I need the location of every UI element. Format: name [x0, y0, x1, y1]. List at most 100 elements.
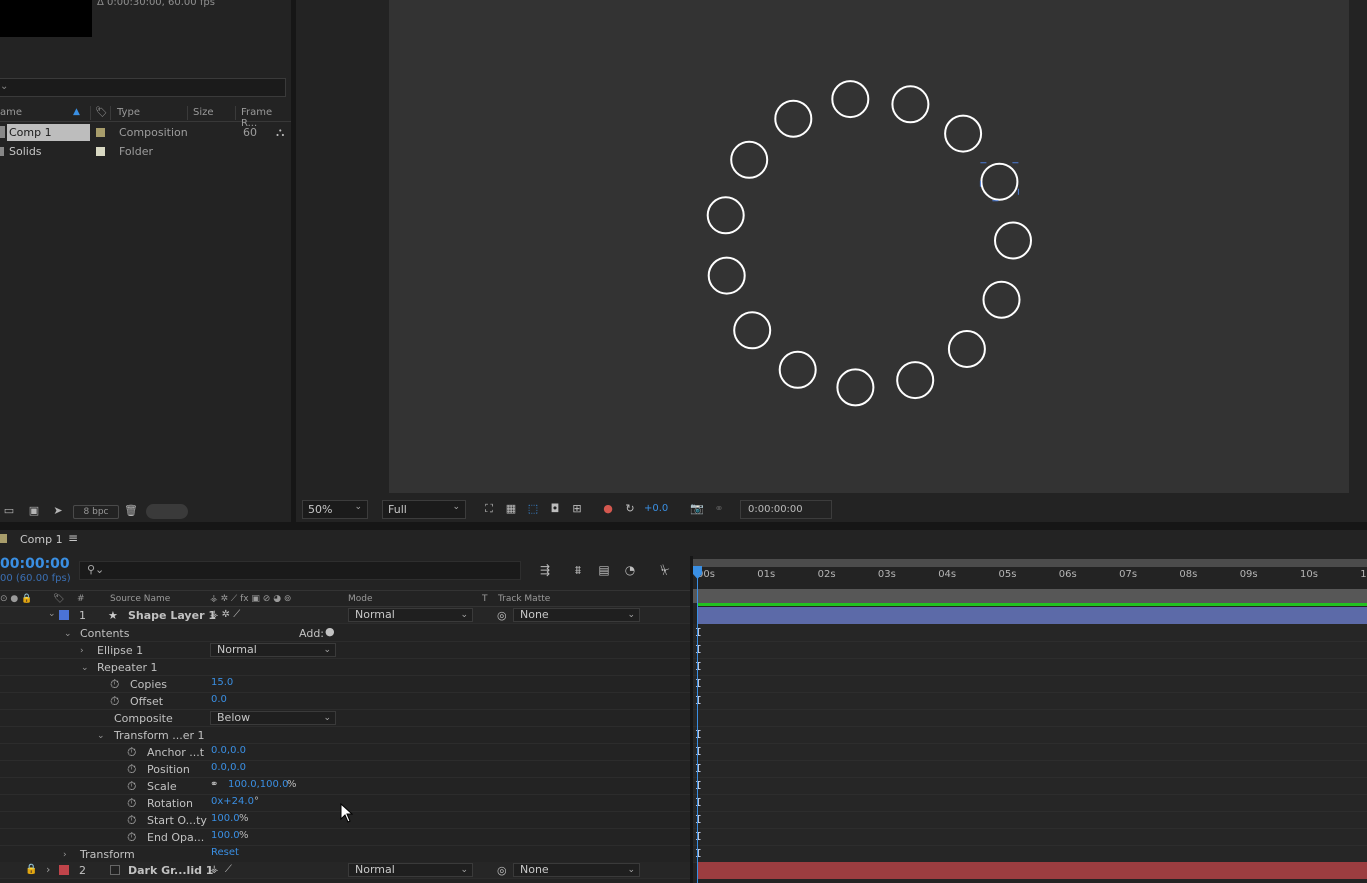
- anchor-value[interactable]: 0.0,0.0: [211, 745, 246, 756]
- panel-divider[interactable]: [0, 522, 1367, 530]
- property-end-opacity[interactable]: ⏱ End Opa... 100.0 %: [0, 829, 690, 846]
- twirl-closed-icon[interactable]: ›: [46, 863, 50, 876]
- composition-flowchart-icon[interactable]: ⇶: [536, 562, 554, 578]
- playhead[interactable]: [697, 566, 698, 883]
- bit-depth-button[interactable]: 8 bpc: [73, 505, 119, 519]
- in-point-marker[interactable]: I: [695, 813, 702, 826]
- thumbnail-size-slider[interactable]: [146, 504, 188, 519]
- panel-menu-icon[interactable]: ≡: [68, 531, 78, 545]
- layer-name[interactable]: Shape Layer 1: [128, 609, 216, 622]
- add-menu-icon[interactable]: ●: [325, 625, 335, 638]
- layer-row[interactable]: 🔒 › 2 Dark Gr...lid 1 ⚶ ⟋ Normal ⌄ ◎ None…: [0, 862, 690, 879]
- twirl-closed-icon[interactable]: ›: [63, 850, 67, 860]
- property-ellipse[interactable]: › Ellipse 1 Normal ⌄: [0, 642, 690, 659]
- repeater-copy-circle[interactable]: [707, 256, 746, 295]
- stopwatch-icon[interactable]: ⏱: [127, 779, 136, 794]
- pickwhip-icon[interactable]: ◎: [497, 864, 507, 877]
- repeater-copy-circle[interactable]: [982, 280, 1021, 319]
- stopwatch-icon[interactable]: ⏱: [110, 677, 119, 692]
- property-transform-repeater[interactable]: ⌄ Transform ...er 1: [0, 727, 690, 744]
- rotation-value[interactable]: 0x+24.0: [211, 796, 254, 807]
- in-point-marker[interactable]: I: [695, 677, 702, 690]
- fast-previews-icon[interactable]: ⛶: [481, 502, 497, 516]
- repeater-copy-circle[interactable]: [944, 114, 983, 153]
- project-search-input[interactable]: [0, 78, 286, 97]
- in-point-marker[interactable]: I: [695, 847, 702, 860]
- label-tag-icon[interactable]: 🏷: [53, 594, 64, 604]
- blend-mode-dropdown[interactable]: Normal ⌄: [348, 863, 473, 877]
- column-source-name[interactable]: Source Name: [110, 594, 170, 604]
- twirl-open-icon[interactable]: ⌄: [81, 663, 89, 673]
- frame-blending-icon[interactable]: ▤: [595, 562, 613, 578]
- lock-icon[interactable]: 🔒: [25, 864, 37, 875]
- property-offset[interactable]: ⏱ Offset 0.0: [0, 693, 690, 710]
- twirl-closed-icon[interactable]: ›: [80, 646, 84, 656]
- show-snapshot-icon[interactable]: ⚭: [711, 502, 727, 516]
- snapshot-camera-icon[interactable]: 📷: [689, 502, 705, 516]
- exposure-value[interactable]: +0.0: [644, 503, 668, 514]
- composite-dropdown[interactable]: Below ⌄: [210, 711, 336, 725]
- property-scale[interactable]: ⏱ Scale ⚭ 100.0,100.0 %: [0, 778, 690, 795]
- new-composition-icon[interactable]: ▣: [27, 505, 41, 517]
- track-matte-dropdown[interactable]: None ⌄: [513, 608, 640, 622]
- current-time[interactable]: 00:00:00: [0, 556, 70, 572]
- motion-blur-icon[interactable]: ◔: [621, 562, 639, 578]
- reset-link[interactable]: Reset: [211, 847, 239, 858]
- property-contents[interactable]: ⌄ Contents Add: ●: [0, 625, 690, 642]
- composition-canvas[interactable]: [389, 0, 1349, 493]
- column-type[interactable]: Type: [117, 107, 140, 118]
- twirl-open-icon[interactable]: ⌄: [97, 731, 105, 741]
- stopwatch-icon[interactable]: ⏱: [127, 762, 136, 777]
- pickwhip-icon[interactable]: ◎: [497, 609, 507, 622]
- label-tag-icon[interactable]: 🏷: [95, 107, 108, 118]
- stopwatch-icon[interactable]: ⏱: [110, 694, 119, 709]
- reset-exposure-icon[interactable]: ↻: [622, 502, 638, 516]
- constrain-proportions-icon[interactable]: ⚭: [210, 779, 218, 790]
- playhead-handle-icon[interactable]: [692, 566, 703, 580]
- column-size[interactable]: Size: [193, 107, 214, 118]
- timeline-search-input[interactable]: [79, 561, 521, 580]
- layer-row[interactable]: ⌄ 1 ★ Shape Layer 1 ⚶ ✲ ⟋ Normal ⌄ ◎ None…: [0, 607, 690, 624]
- property-anchor[interactable]: ⏱ Anchor ...t 0.0,0.0: [0, 744, 690, 761]
- in-point-marker[interactable]: I: [695, 830, 702, 843]
- blend-mode-dropdown[interactable]: Normal ⌄: [348, 608, 473, 622]
- sort-ascending-icon[interactable]: ▲: [73, 107, 80, 117]
- end-opacity-value[interactable]: 100.0: [211, 830, 240, 841]
- label-swatch[interactable]: [96, 147, 105, 156]
- graph-editor-icon[interactable]: ⏧: [656, 562, 674, 578]
- folder-icon[interactable]: ▭: [2, 505, 16, 517]
- layer-duration-bar[interactable]: [697, 607, 1367, 624]
- shy-collapse-icons[interactable]: ⚶ ⟋: [210, 864, 232, 875]
- resolution-dropdown[interactable]: Full ⌄: [382, 500, 466, 519]
- repeater-copy-circle[interactable]: [730, 140, 769, 179]
- repeater-copy-circle[interactable]: [980, 162, 1019, 201]
- property-position[interactable]: ⏱ Position 0.0,0.0: [0, 761, 690, 778]
- in-point-marker[interactable]: I: [695, 796, 702, 809]
- shy-collapse-icons[interactable]: ⚶ ✲ ⟋: [210, 609, 240, 620]
- column-t[interactable]: T: [482, 594, 488, 604]
- property-composite[interactable]: Composite Below ⌄: [0, 710, 690, 727]
- column-track-matte[interactable]: Track Matte: [498, 594, 550, 604]
- in-point-marker[interactable]: I: [695, 779, 702, 792]
- layer-name[interactable]: Dark Gr...lid 1: [128, 864, 213, 877]
- repeater-copy-circle[interactable]: [891, 85, 930, 124]
- stopwatch-icon[interactable]: ⏱: [127, 796, 136, 811]
- stopwatch-icon[interactable]: ⏱: [127, 813, 136, 828]
- track-matte-dropdown[interactable]: None ⌄: [513, 863, 640, 877]
- transparency-grid-icon[interactable]: ▦: [503, 502, 519, 516]
- layer-label-color[interactable]: [59, 865, 69, 875]
- repeater-copy-circle[interactable]: [706, 196, 745, 235]
- scale-value[interactable]: 100.0,100.0: [228, 779, 288, 790]
- repeater-copy-circle[interactable]: [896, 361, 935, 400]
- column-name[interactable]: ame: [0, 107, 22, 118]
- repeater-copy-circle[interactable]: [774, 99, 813, 138]
- av-features-icon[interactable]: ⊙ ● 🔒: [0, 594, 32, 604]
- current-time-field[interactable]: 0:00:00:00: [740, 500, 832, 519]
- work-area-range[interactable]: [693, 589, 1367, 603]
- in-point-marker[interactable]: I: [695, 643, 702, 656]
- flowchart-icon[interactable]: ⛬: [276, 125, 284, 140]
- grid-guides-icon[interactable]: ⊞: [569, 502, 585, 516]
- in-point-marker[interactable]: I: [695, 728, 702, 741]
- project-item-folder[interactable]: Solids Folder: [0, 142, 291, 161]
- repeater-copy-circle[interactable]: [831, 80, 870, 119]
